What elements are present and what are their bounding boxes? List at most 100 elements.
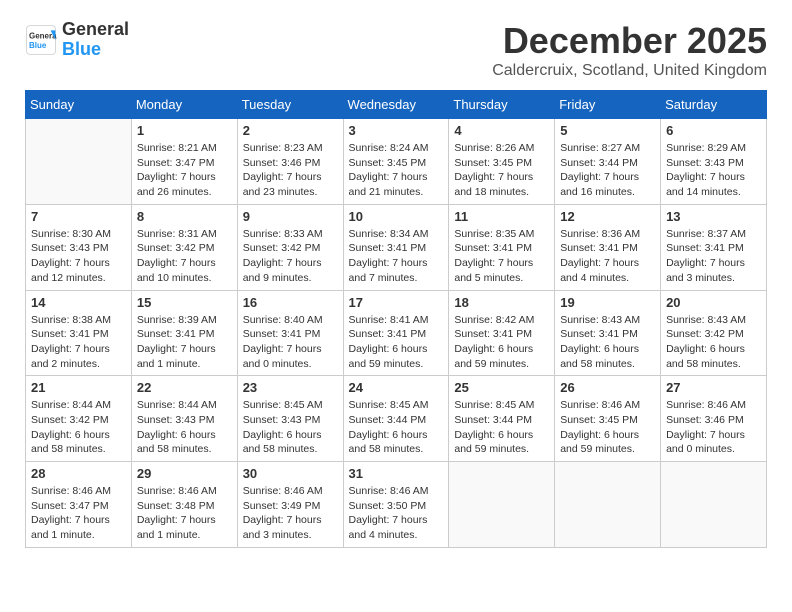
day-number: 15 — [137, 295, 232, 310]
day-number: 31 — [349, 466, 444, 481]
day-number: 24 — [349, 380, 444, 395]
day-number: 29 — [137, 466, 232, 481]
day-info: Sunrise: 8:36 AM Sunset: 3:41 PM Dayligh… — [560, 227, 655, 286]
day-number: 5 — [560, 123, 655, 138]
logo-blue-text: Blue — [62, 40, 129, 60]
day-info: Sunrise: 8:33 AM Sunset: 3:42 PM Dayligh… — [243, 227, 338, 286]
calendar-week-row: 1 Sunrise: 8:21 AM Sunset: 3:47 PM Daylig… — [26, 119, 767, 205]
calendar-cell: 18 Sunrise: 8:42 AM Sunset: 3:41 PM Dayli… — [449, 290, 555, 376]
calendar-cell: 14 Sunrise: 8:38 AM Sunset: 3:41 PM Dayli… — [26, 290, 132, 376]
svg-text:Blue: Blue — [29, 41, 47, 50]
day-number: 18 — [454, 295, 549, 310]
day-info: Sunrise: 8:39 AM Sunset: 3:41 PM Dayligh… — [137, 313, 232, 372]
calendar-cell: 15 Sunrise: 8:39 AM Sunset: 3:41 PM Dayli… — [131, 290, 237, 376]
day-info: Sunrise: 8:30 AM Sunset: 3:43 PM Dayligh… — [31, 227, 126, 286]
day-number: 25 — [454, 380, 549, 395]
day-info: Sunrise: 8:43 AM Sunset: 3:41 PM Dayligh… — [560, 313, 655, 372]
day-info: Sunrise: 8:46 AM Sunset: 3:46 PM Dayligh… — [666, 398, 761, 457]
calendar-cell: 1 Sunrise: 8:21 AM Sunset: 3:47 PM Daylig… — [131, 119, 237, 205]
day-info: Sunrise: 8:34 AM Sunset: 3:41 PM Dayligh… — [349, 227, 444, 286]
day-info: Sunrise: 8:45 AM Sunset: 3:44 PM Dayligh… — [454, 398, 549, 457]
calendar-cell: 11 Sunrise: 8:35 AM Sunset: 3:41 PM Dayli… — [449, 204, 555, 290]
calendar-cell: 13Sunrise: 8:37 AM Sunset: 3:41 PM Dayli… — [661, 204, 767, 290]
day-info: Sunrise: 8:46 AM Sunset: 3:47 PM Dayligh… — [31, 484, 126, 543]
calendar-week-row: 7Sunrise: 8:30 AM Sunset: 3:43 PM Daylig… — [26, 204, 767, 290]
day-info: Sunrise: 8:31 AM Sunset: 3:42 PM Dayligh… — [137, 227, 232, 286]
calendar-cell: 20Sunrise: 8:43 AM Sunset: 3:42 PM Dayli… — [661, 290, 767, 376]
calendar-cell: 21 Sunrise: 8:44 AM Sunset: 3:42 PM Dayli… — [26, 376, 132, 462]
day-number: 12 — [560, 209, 655, 224]
calendar-cell: 28Sunrise: 8:46 AM Sunset: 3:47 PM Dayli… — [26, 462, 132, 548]
day-number: 6 — [666, 123, 761, 138]
calendar-cell: 31 Sunrise: 8:46 AM Sunset: 3:50 PM Dayli… — [343, 462, 449, 548]
day-number: 19 — [560, 295, 655, 310]
day-info: Sunrise: 8:42 AM Sunset: 3:41 PM Dayligh… — [454, 313, 549, 372]
calendar-cell: 9 Sunrise: 8:33 AM Sunset: 3:42 PM Daylig… — [237, 204, 343, 290]
calendar-cell: 7Sunrise: 8:30 AM Sunset: 3:43 PM Daylig… — [26, 204, 132, 290]
weekday-header: Saturday — [661, 91, 767, 119]
calendar-cell: 6Sunrise: 8:29 AM Sunset: 3:43 PM Daylig… — [661, 119, 767, 205]
calendar-cell: 16 Sunrise: 8:40 AM Sunset: 3:41 PM Dayli… — [237, 290, 343, 376]
logo-general-text: General — [62, 20, 129, 40]
calendar-table: SundayMondayTuesdayWednesdayThursdayFrid… — [25, 90, 767, 548]
calendar-week-row: 14 Sunrise: 8:38 AM Sunset: 3:41 PM Dayli… — [26, 290, 767, 376]
day-info: Sunrise: 8:44 AM Sunset: 3:42 PM Dayligh… — [31, 398, 126, 457]
calendar-cell — [555, 462, 661, 548]
day-number: 22 — [137, 380, 232, 395]
weekday-header: Tuesday — [237, 91, 343, 119]
calendar-cell: 29 Sunrise: 8:46 AM Sunset: 3:48 PM Dayli… — [131, 462, 237, 548]
day-number: 10 — [349, 209, 444, 224]
title-area: December 2025 Caldercruix, Scotland, Uni… — [492, 20, 767, 80]
calendar-cell: 26Sunrise: 8:46 AM Sunset: 3:45 PM Dayli… — [555, 376, 661, 462]
day-number: 23 — [243, 380, 338, 395]
day-info: Sunrise: 8:23 AM Sunset: 3:46 PM Dayligh… — [243, 141, 338, 200]
calendar-cell: 8 Sunrise: 8:31 AM Sunset: 3:42 PM Daylig… — [131, 204, 237, 290]
day-info: Sunrise: 8:26 AM Sunset: 3:45 PM Dayligh… — [454, 141, 549, 200]
day-info: Sunrise: 8:21 AM Sunset: 3:47 PM Dayligh… — [137, 141, 232, 200]
day-number: 16 — [243, 295, 338, 310]
day-info: Sunrise: 8:46 AM Sunset: 3:49 PM Dayligh… — [243, 484, 338, 543]
day-number: 8 — [137, 209, 232, 224]
day-info: Sunrise: 8:35 AM Sunset: 3:41 PM Dayligh… — [454, 227, 549, 286]
calendar-cell — [661, 462, 767, 548]
day-info: Sunrise: 8:27 AM Sunset: 3:44 PM Dayligh… — [560, 141, 655, 200]
day-info: Sunrise: 8:43 AM Sunset: 3:42 PM Dayligh… — [666, 313, 761, 372]
month-title: December 2025 — [492, 20, 767, 62]
day-info: Sunrise: 8:46 AM Sunset: 3:45 PM Dayligh… — [560, 398, 655, 457]
day-number: 2 — [243, 123, 338, 138]
day-number: 4 — [454, 123, 549, 138]
day-number: 9 — [243, 209, 338, 224]
calendar-cell: 19 Sunrise: 8:43 AM Sunset: 3:41 PM Dayli… — [555, 290, 661, 376]
calendar-cell: 12 Sunrise: 8:36 AM Sunset: 3:41 PM Dayli… — [555, 204, 661, 290]
calendar-cell — [26, 119, 132, 205]
logo-text: General Blue — [62, 20, 129, 60]
calendar-cell: 4 Sunrise: 8:26 AM Sunset: 3:45 PM Daylig… — [449, 119, 555, 205]
day-number: 14 — [31, 295, 126, 310]
day-info: Sunrise: 8:45 AM Sunset: 3:44 PM Dayligh… — [349, 398, 444, 457]
day-number: 3 — [349, 123, 444, 138]
day-number: 30 — [243, 466, 338, 481]
calendar-cell: 2 Sunrise: 8:23 AM Sunset: 3:46 PM Daylig… — [237, 119, 343, 205]
day-number: 21 — [31, 380, 126, 395]
day-info: Sunrise: 8:40 AM Sunset: 3:41 PM Dayligh… — [243, 313, 338, 372]
calendar-cell: 25 Sunrise: 8:45 AM Sunset: 3:44 PM Dayli… — [449, 376, 555, 462]
weekday-header: Friday — [555, 91, 661, 119]
day-number: 17 — [349, 295, 444, 310]
calendar-cell — [449, 462, 555, 548]
calendar-cell: 3Sunrise: 8:24 AM Sunset: 3:45 PM Daylig… — [343, 119, 449, 205]
weekday-header: Sunday — [26, 91, 132, 119]
calendar-cell: 23 Sunrise: 8:45 AM Sunset: 3:43 PM Dayli… — [237, 376, 343, 462]
day-info: Sunrise: 8:46 AM Sunset: 3:50 PM Dayligh… — [349, 484, 444, 543]
day-number: 1 — [137, 123, 232, 138]
calendar-cell: 27Sunrise: 8:46 AM Sunset: 3:46 PM Dayli… — [661, 376, 767, 462]
calendar-cell: 22 Sunrise: 8:44 AM Sunset: 3:43 PM Dayli… — [131, 376, 237, 462]
day-info: Sunrise: 8:38 AM Sunset: 3:41 PM Dayligh… — [31, 313, 126, 372]
day-info: Sunrise: 8:41 AM Sunset: 3:41 PM Dayligh… — [349, 313, 444, 372]
calendar-cell: 17 Sunrise: 8:41 AM Sunset: 3:41 PM Dayli… — [343, 290, 449, 376]
day-number: 11 — [454, 209, 549, 224]
weekday-header: Thursday — [449, 91, 555, 119]
day-info: Sunrise: 8:46 AM Sunset: 3:48 PM Dayligh… — [137, 484, 232, 543]
calendar-cell: 5 Sunrise: 8:27 AM Sunset: 3:44 PM Daylig… — [555, 119, 661, 205]
day-info: Sunrise: 8:45 AM Sunset: 3:43 PM Dayligh… — [243, 398, 338, 457]
day-info: Sunrise: 8:44 AM Sunset: 3:43 PM Dayligh… — [137, 398, 232, 457]
